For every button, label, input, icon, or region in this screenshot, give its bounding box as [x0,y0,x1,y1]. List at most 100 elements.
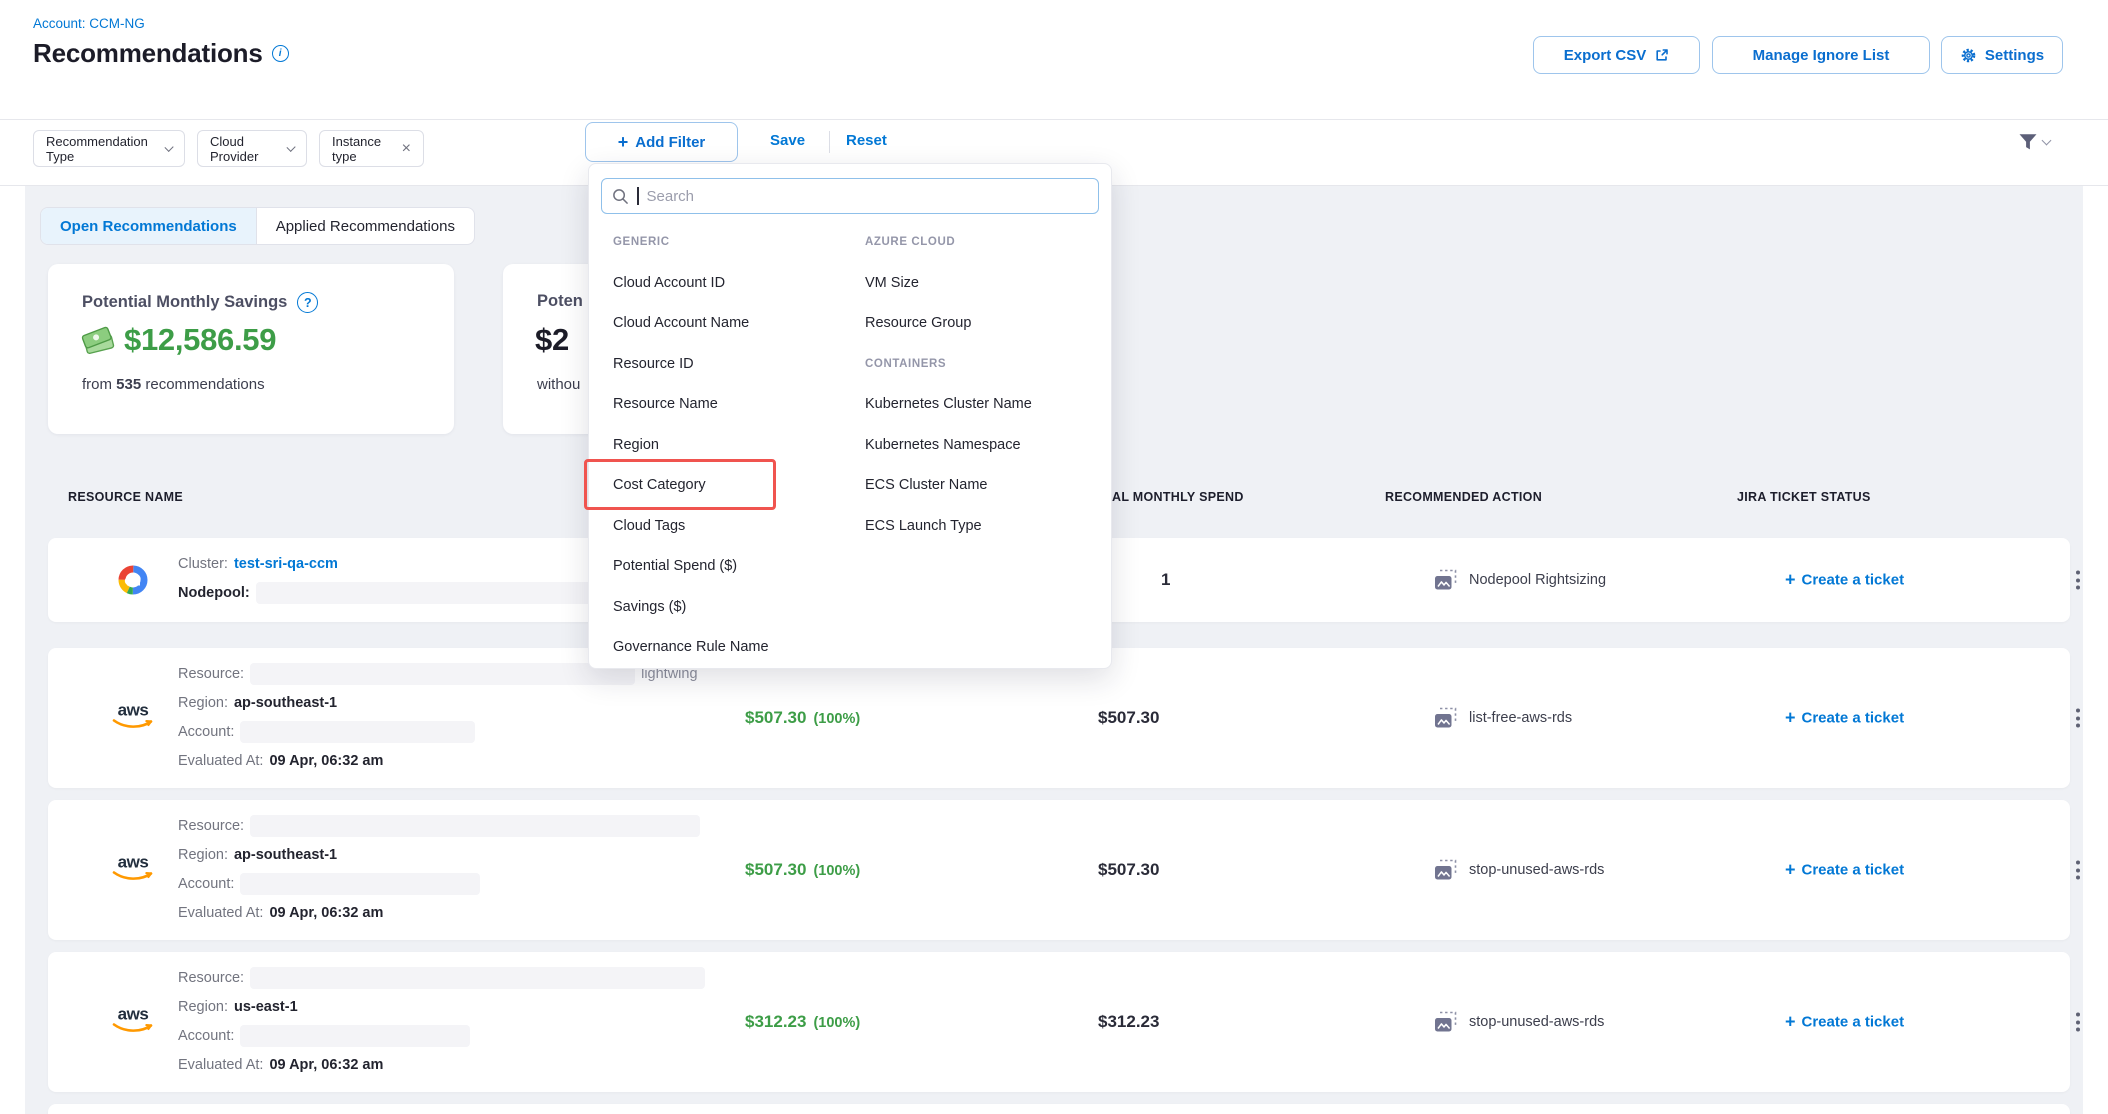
divider [829,131,830,153]
filter-popup-column: GENERICCloud Account IDCloud Account Nam… [613,222,865,668]
filter-option-kubernetes-cluster-name[interactable]: Kubernetes Cluster Name [865,384,1117,425]
savings-percentage: (100%) [813,863,860,879]
row-menu-button[interactable] [2070,565,2086,596]
filter-chip-cloud-provider[interactable]: Cloud Provider [197,130,307,167]
filter-option-savings[interactable]: Savings ($) [613,587,865,628]
resource-detail-line: Evaluated At:09 Apr, 06:32 am [178,1050,705,1079]
filter-option-ecs-cluster-name[interactable]: ECS Cluster Name [865,465,1117,506]
recommendations-tabs: Open Recommendations Applied Recommendat… [40,207,475,245]
filter-popup-columns: GENERICCloud Account IDCloud Account Nam… [613,222,1117,668]
resource-detail-line: Account: [178,717,698,746]
recommendation-image-icon [1433,567,1459,593]
filter-chip-instance-type[interactable]: Instance type × [319,130,424,167]
savings-percentage: (100%) [813,1015,860,1031]
filter-option-cloud-tags[interactable]: Cloud Tags [613,506,865,547]
help-icon[interactable]: ? [297,292,318,313]
create-ticket-button[interactable]: +Create a ticket [1785,708,1904,729]
spend-amount-partial: $2 [535,322,569,358]
filter-option-cloud-account-id[interactable]: Cloud Account ID [613,263,865,304]
resource-detail-line: Evaluated At:09 Apr, 06:32 am [178,898,700,927]
annotation-highlight-box [584,459,776,510]
breadcrumb-account-link[interactable]: Account: CCM-NG [33,16,145,31]
resource-details: Resource:Region:ap-southeast-1Account:Ev… [178,811,700,927]
tab-open-recommendations[interactable]: Open Recommendations [41,208,256,244]
create-ticket-button[interactable]: +Create a ticket [1785,860,1904,881]
field-label: Evaluated At: [178,753,263,769]
field-value: ap-southeast-1 [234,847,337,863]
table-row[interactable]: awsResource:Region:ap-southeast-1Account… [48,800,2070,940]
savings-amount: $12,586.59 [124,322,276,358]
savings-card-title: Potential Monthly Savings [82,293,287,312]
filter-option-governance-rule-name[interactable]: Governance Rule Name [613,627,865,668]
tab-applied-recommendations[interactable]: Applied Recommendations [256,208,474,244]
filter-panel-toggle[interactable] [2018,133,2050,151]
filter-option-resource-group[interactable]: Resource Group [865,303,1117,344]
recommended-action: Nodepool Rightsizing [1433,567,1606,593]
filter-option-region[interactable]: Region [613,425,865,466]
filter-option-ecs-launch-type[interactable]: ECS Launch Type [865,506,1117,547]
filter-option-vm-size[interactable]: VM Size [865,263,1117,304]
savings-subtitle: from 535 recommendations [82,376,265,393]
resource-link[interactable]: test-sri-qa-ccm [234,556,338,572]
reset-filter-button[interactable]: Reset [846,132,887,149]
resource-details: Cluster:test-sri-qa-ccmNodepool: [178,549,606,607]
settings-button[interactable]: Settings [1941,36,2063,74]
filter-section-heading-generic: GENERIC [613,222,865,263]
export-csv-button[interactable]: Export CSV [1533,36,1700,74]
create-ticket-button[interactable]: +Create a ticket [1785,1012,1904,1033]
filter-option-kubernetes-namespace[interactable]: Kubernetes Namespace [865,425,1117,466]
spend-subtitle-partial: withou [537,376,580,393]
redacted-value [240,721,475,743]
plus-icon: + [618,132,629,153]
search-input[interactable]: Search [601,178,1099,214]
create-ticket-label: Create a ticket [1802,862,1905,879]
field-label: Region: [178,999,228,1015]
search-placeholder: Search [647,188,695,205]
filter-option-resource-id[interactable]: Resource ID [613,344,865,385]
page-title: Recommendations [33,38,263,69]
settings-label: Settings [1985,47,2044,64]
potential-monthly-spend-value: $507.30 [1098,860,1159,880]
resource-detail-line: Region:us-east-1 [178,992,705,1021]
manage-ignore-list-button[interactable]: Manage Ignore List [1712,36,1930,74]
field-label: Account: [178,876,234,892]
filter-option-resource-name[interactable]: Resource Name [613,384,865,425]
resource-detail-line: Resource: [178,811,700,840]
resource-details: Resource:lightwingRegion:ap-southeast-1A… [178,659,698,775]
aws-smile-arrow [112,717,154,735]
text-cursor [637,187,639,205]
close-icon[interactable]: × [402,141,411,157]
field-label: Cluster: [178,556,228,572]
redacted-value [240,1025,470,1047]
create-ticket-button[interactable]: +Create a ticket [1785,570,1904,591]
add-filter-popup: Search GENERICCloud Account IDCloud Acco… [588,163,1112,669]
filter-section-heading-containers: CONTAINERS [865,344,1117,385]
table-row-partial[interactable] [48,1104,2070,1114]
chevron-down-icon [2042,136,2052,146]
table-row[interactable]: awsResource:lightwingRegion:ap-southeast… [48,648,2070,788]
recommended-action: list-free-aws-rds [1433,705,1572,731]
chip-label: Cloud Provider [210,134,288,164]
savings-amount: $312.23 [745,1012,806,1031]
column-header-resource-name: RESOURCE NAME [68,490,183,504]
row-menu-button[interactable] [2070,703,2086,734]
filter-option-cloud-account-name[interactable]: Cloud Account Name [613,303,865,344]
field-label: Account: [178,724,234,740]
gcp-cloud-icon [108,563,158,597]
add-filter-button[interactable]: + Add Filter [585,122,738,162]
filter-option-cost-category[interactable]: Cost Category [613,465,865,506]
potential-monthly-savings-card: Potential Monthly Savings ? $12,586.59 f… [48,264,454,434]
savings-percentage: (100%) [813,711,860,727]
chip-label: Instance type [332,134,402,164]
row-menu-button[interactable] [2070,1007,2086,1038]
filter-option-potential-spend[interactable]: Potential Spend ($) [613,546,865,587]
filter-chip-recommendation-type[interactable]: Recommendation Type [33,130,185,167]
info-icon[interactable]: i [272,45,289,62]
field-label: Resource: [178,970,244,986]
title-row: Recommendations i [33,38,289,69]
save-filter-button[interactable]: Save [770,132,805,149]
table-row[interactable]: awsResource:Region:us-east-1Account:Eval… [48,952,2070,1092]
potential-monthly-spend-value: $507.30 [1098,708,1159,728]
row-menu-button[interactable] [2070,855,2086,886]
add-filter-label: Add Filter [635,134,705,151]
